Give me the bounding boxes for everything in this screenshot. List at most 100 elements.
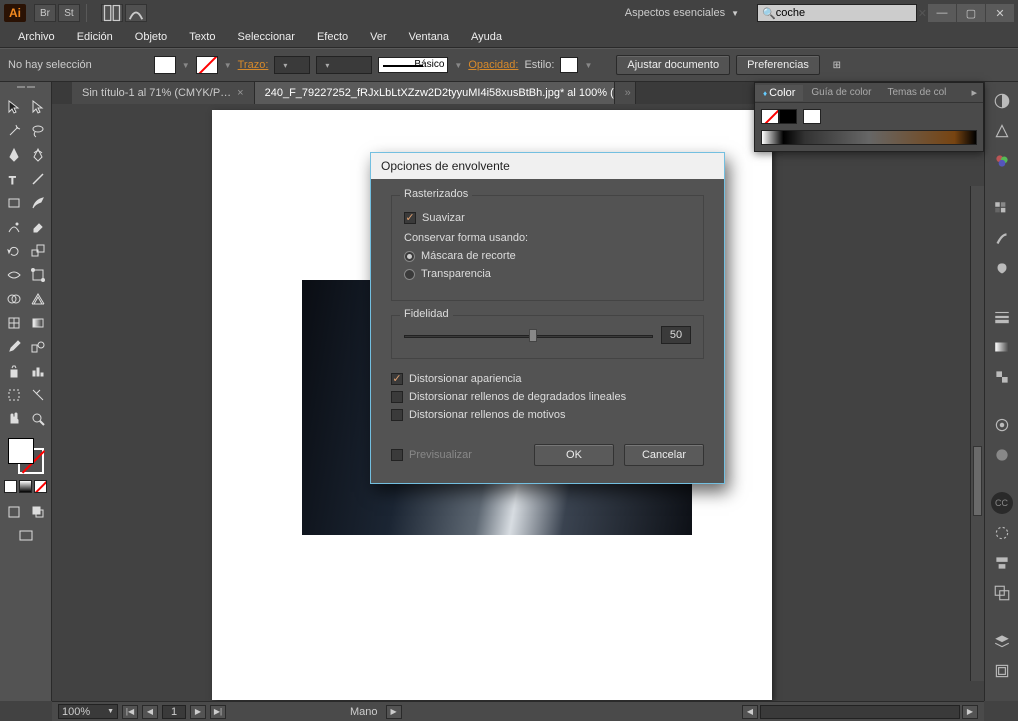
prev-artboard-button[interactable]: ◀ (142, 705, 158, 719)
slider-thumb[interactable] (529, 329, 537, 342)
distort-appearance-row[interactable]: Distorsionar apariencia (391, 373, 704, 385)
horizontal-scrollbar[interactable] (760, 705, 960, 719)
fidelity-value[interactable]: 50 (661, 326, 691, 344)
close-window-button[interactable]: ✕ (986, 4, 1014, 22)
distort-pattern-row[interactable]: Distorsionar rellenos de motivos (391, 409, 704, 421)
zoom-tool[interactable] (27, 408, 49, 430)
search-input[interactable] (776, 7, 918, 19)
next-artboard-button[interactable]: ▶ (190, 705, 206, 719)
menu-objeto[interactable]: Objeto (125, 28, 177, 46)
preview-checkbox-row[interactable]: Previsualizar (391, 449, 524, 461)
color-themes-icon[interactable] (991, 150, 1013, 172)
status-menu-button[interactable]: ▶ (386, 705, 402, 719)
gradient-panel-icon[interactable] (991, 336, 1013, 358)
hand-tool[interactable] (3, 408, 25, 430)
transparency-icon[interactable] (991, 366, 1013, 388)
graphic-styles-icon[interactable] (991, 444, 1013, 466)
rotate-tool[interactable] (3, 240, 25, 262)
style-swatch[interactable] (560, 57, 578, 73)
brush-preview[interactable]: Básico (378, 57, 448, 73)
panel-fill-swatch[interactable] (761, 109, 779, 124)
panel-stroke-swatch[interactable] (779, 109, 797, 124)
artboards-panel-icon[interactable] (991, 660, 1013, 682)
workspace-selector[interactable]: Aspectos esenciales ▼ (617, 4, 747, 22)
chevron-down-icon[interactable]: ▼ (584, 61, 592, 70)
checkbox-icon[interactable] (391, 373, 403, 385)
opacity-link[interactable]: Opacidad: (468, 59, 518, 71)
arrange-docs-icon[interactable] (101, 4, 123, 22)
color-tab[interactable]: ♦Color (755, 85, 803, 101)
bridge-icon[interactable]: Br (34, 4, 56, 22)
color-mode-none[interactable] (34, 480, 47, 493)
appearance-icon[interactable] (991, 414, 1013, 436)
stock-icon[interactable]: St (58, 4, 80, 22)
document-tab[interactable]: Sin título-1 al 71% (CMYK/P… × (72, 82, 255, 104)
shaper-tool[interactable] (3, 216, 25, 238)
ok-button[interactable]: OK (534, 444, 614, 466)
gradient-tool[interactable] (27, 312, 49, 334)
fidelity-slider[interactable] (404, 328, 653, 342)
clear-search-icon[interactable]: ✕ (918, 6, 927, 20)
artboard-tool[interactable] (3, 384, 25, 406)
checkbox-icon[interactable] (391, 449, 403, 461)
menu-ventana[interactable]: Ventana (399, 28, 459, 46)
fill-stroke-control[interactable] (6, 436, 46, 476)
screen-mode-button[interactable] (15, 525, 37, 547)
fill-color-icon[interactable] (8, 438, 34, 464)
clip-mask-radio-row[interactable]: Máscara de recorte (404, 250, 691, 262)
close-tab-icon[interactable]: × (237, 87, 243, 99)
artboard-number-input[interactable]: 1 (162, 705, 186, 719)
distort-linear-row[interactable]: Distorsionar rellenos de degradados line… (391, 391, 704, 403)
curvature-tool[interactable] (27, 144, 49, 166)
zoom-dropdown[interactable]: 100%▼ (58, 704, 118, 719)
direct-selection-tool[interactable] (27, 96, 49, 118)
first-artboard-button[interactable]: |◀ (122, 705, 138, 719)
color-panel-icon[interactable] (991, 90, 1013, 112)
cancel-button[interactable]: Cancelar (624, 444, 704, 466)
draw-mode-behind[interactable] (27, 501, 49, 523)
minimize-button[interactable]: — (928, 4, 956, 22)
last-artboard-button[interactable]: ▶| (210, 705, 226, 719)
stroke-weight-dropdown[interactable]: ▾ (274, 56, 310, 74)
color-themes-tab[interactable]: Temas de col (879, 85, 954, 100)
gpu-icon[interactable] (125, 4, 147, 22)
blend-tool[interactable] (27, 336, 49, 358)
menu-ver[interactable]: Ver (360, 28, 397, 46)
magic-wand-tool[interactable] (3, 120, 25, 142)
menu-archivo[interactable]: Archivo (8, 28, 65, 46)
checkbox-icon[interactable] (391, 391, 403, 403)
var-width-dropdown[interactable]: ▾ (316, 56, 372, 74)
checkbox-icon[interactable] (404, 212, 416, 224)
scroll-right-button[interactable]: ▶ (962, 705, 978, 719)
stroke-swatch[interactable] (196, 56, 218, 74)
radio-icon[interactable] (404, 251, 415, 262)
vertical-scrollbar[interactable] (970, 186, 984, 681)
scroll-left-button[interactable]: ◀ (742, 705, 758, 719)
stroke-panel-icon[interactable] (991, 306, 1013, 328)
scrollbar-thumb[interactable] (973, 446, 982, 516)
column-graph-tool[interactable] (27, 360, 49, 382)
free-transform-tool[interactable] (27, 264, 49, 286)
last-color-swatch[interactable] (803, 109, 821, 124)
selection-tool[interactable] (3, 96, 25, 118)
antialias-checkbox-row[interactable]: Suavizar (404, 212, 691, 224)
menu-seleccionar[interactable]: Seleccionar (227, 28, 304, 46)
color-guide-tab[interactable]: Guía de color (803, 85, 879, 100)
menu-texto[interactable]: Texto (179, 28, 225, 46)
fill-swatch[interactable] (154, 56, 176, 74)
transform-panel-icon[interactable] (991, 522, 1013, 544)
chevron-down-icon[interactable]: ▼ (224, 61, 232, 70)
panel-menu-icon[interactable]: ▸ (965, 86, 983, 99)
preferences-button[interactable]: Preferencias (736, 55, 820, 75)
paintbrush-tool[interactable] (27, 192, 49, 214)
scale-tool[interactable] (27, 240, 49, 262)
swatches-icon[interactable] (991, 198, 1013, 220)
lasso-tool[interactable] (27, 120, 49, 142)
chevron-down-icon[interactable]: ▼ (454, 61, 462, 70)
eyedropper-tool[interactable] (3, 336, 25, 358)
cc-libraries-icon[interactable]: CC (991, 492, 1013, 514)
eraser-tool[interactable] (27, 216, 49, 238)
tabs-overflow-icon[interactable]: » (615, 82, 636, 104)
symbol-sprayer-tool[interactable] (3, 360, 25, 382)
chevron-down-icon[interactable]: ▼ (182, 61, 190, 70)
